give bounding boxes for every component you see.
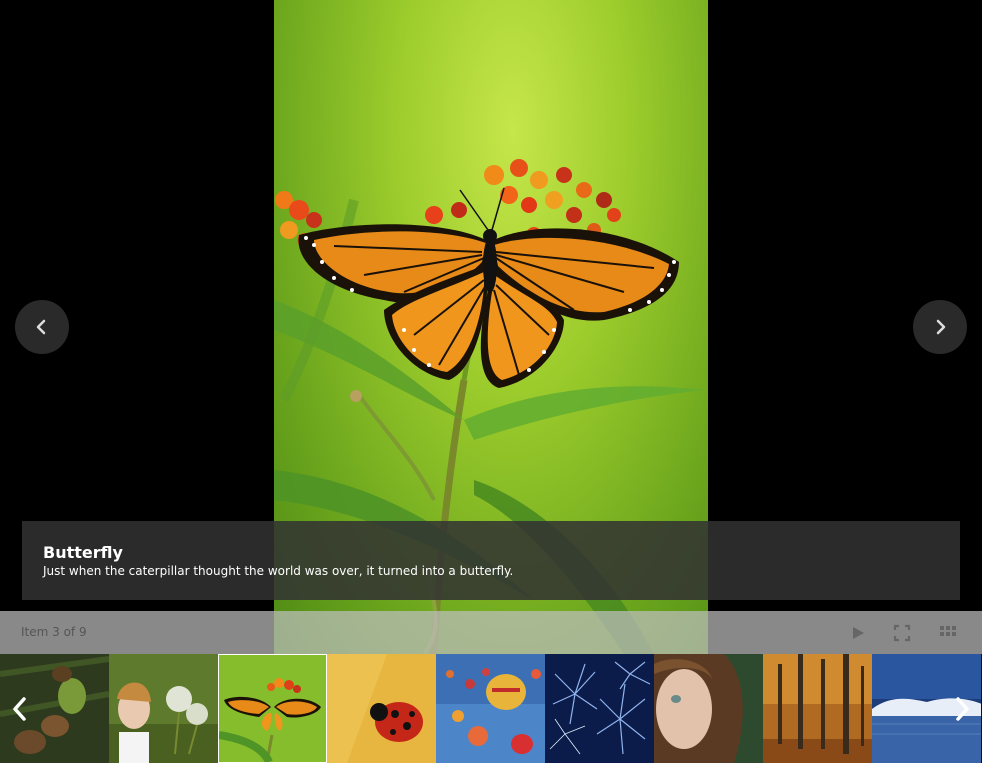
image-stage: Butterfly Just when the caterpillar thou…: [0, 0, 982, 654]
item-counter: Item 3 of 9: [21, 625, 87, 639]
thumbnail-dandelion-girl[interactable]: [109, 654, 218, 763]
thumbnail-butterfly[interactable]: [218, 654, 327, 763]
thumbnail-strip: [0, 654, 982, 763]
next-image-button[interactable]: [913, 300, 967, 354]
thumbnails-scroll-left-button[interactable]: [0, 654, 40, 763]
chevron-left-icon: [13, 696, 26, 721]
thumbnail-autumn-forest[interactable]: [763, 654, 872, 763]
previous-image-button[interactable]: [15, 300, 69, 354]
image-caption: Butterfly Just when the caterpillar thou…: [22, 521, 960, 600]
thumbnail-ladybug[interactable]: [327, 654, 436, 763]
thumbnail-child-portrait[interactable]: [654, 654, 763, 763]
caption-description: Just when the caterpillar thought the wo…: [43, 564, 514, 578]
play-slideshow-button[interactable]: [849, 624, 867, 642]
play-icon: [853, 627, 864, 639]
fullscreen-icon: [893, 624, 911, 642]
grid-icon: [940, 626, 956, 636]
chevron-left-icon: [36, 319, 46, 335]
thumbnail-hot-air-balloons[interactable]: [436, 654, 545, 763]
thumbnails-scroll-right-button[interactable]: [942, 654, 982, 763]
fullscreen-button[interactable]: [893, 624, 911, 642]
caption-title: Butterfly: [43, 543, 123, 562]
thumbnail-fireworks[interactable]: [545, 654, 654, 763]
thumbnails-grid-button[interactable]: [939, 624, 957, 642]
chevron-right-icon: [956, 696, 969, 721]
chevron-right-icon: [936, 319, 946, 335]
gallery-toolbar: Item 3 of 9: [0, 611, 982, 654]
